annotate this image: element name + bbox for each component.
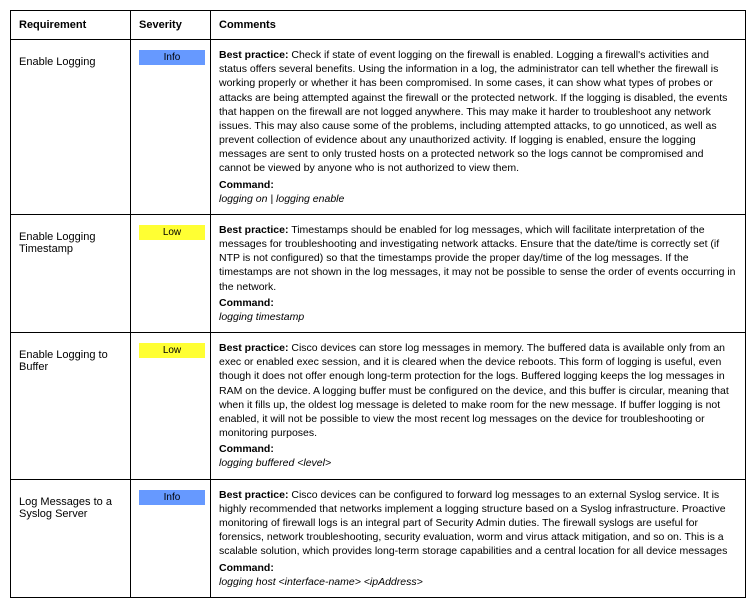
best-practice-text: Check if state of event logging on the f… (219, 49, 727, 174)
table-row: Enable Logging Info Best practice: Check i… (11, 40, 746, 215)
best-practice-label: Best practice: (219, 342, 288, 354)
severity-cell: Info (131, 40, 211, 215)
severity-badge: Info (139, 490, 205, 505)
requirement-cell: Enable Logging Timestamp (11, 214, 131, 332)
severity-cell: Low (131, 333, 211, 480)
header-severity: Severity (131, 11, 211, 40)
command-label: Command: (219, 561, 737, 575)
command-text: logging on | logging enable (219, 193, 344, 205)
command-text: logging timestamp (219, 311, 304, 323)
command-text: logging buffered <level> (219, 457, 331, 469)
command-label: Command: (219, 178, 737, 192)
best-practice-text: Timestamps should be enabled for log mes… (219, 224, 736, 293)
severity-cell: Info (131, 479, 211, 597)
table-row: Enable Logging Timestamp Low Best practice… (11, 214, 746, 332)
requirement-cell: Log Messages to a Syslog Server (11, 479, 131, 597)
comments-cell: Best practice: Check if state of event l… (211, 40, 746, 215)
command-text: logging host <interface-name> <ipAddress… (219, 576, 423, 588)
best-practice-label: Best practice: (219, 224, 288, 236)
best-practice-text: Cisco devices can store log messages in … (219, 342, 729, 439)
header-comments: Comments (211, 11, 746, 40)
comments-cell: Best practice: Cisco devices can store l… (211, 333, 746, 480)
severity-cell: Low (131, 214, 211, 332)
best-practice-label: Best practice: (219, 49, 288, 61)
comments-cell: Best practice: Timestamps should be enab… (211, 214, 746, 332)
severity-badge: Info (139, 50, 205, 65)
requirement-cell: Enable Logging (11, 40, 131, 215)
command-label: Command: (219, 296, 737, 310)
header-requirement: Requirement (11, 11, 131, 40)
best-practice-label: Best practice: (219, 489, 288, 501)
table-header-row: Requirement Severity Comments (11, 11, 746, 40)
severity-badge: Low (139, 225, 205, 240)
best-practice-text: Cisco devices can be configured to forwa… (219, 489, 727, 558)
command-label: Command: (219, 442, 737, 456)
requirements-table: Requirement Severity Comments Enable Log… (10, 10, 746, 598)
table-row: Enable Logging to Buffer Low Best practice… (11, 333, 746, 480)
table-row: Log Messages to a Syslog Server Info Best … (11, 479, 746, 597)
requirement-cell: Enable Logging to Buffer (11, 333, 131, 480)
severity-badge: Low (139, 343, 205, 358)
comments-cell: Best practice: Cisco devices can be conf… (211, 479, 746, 597)
